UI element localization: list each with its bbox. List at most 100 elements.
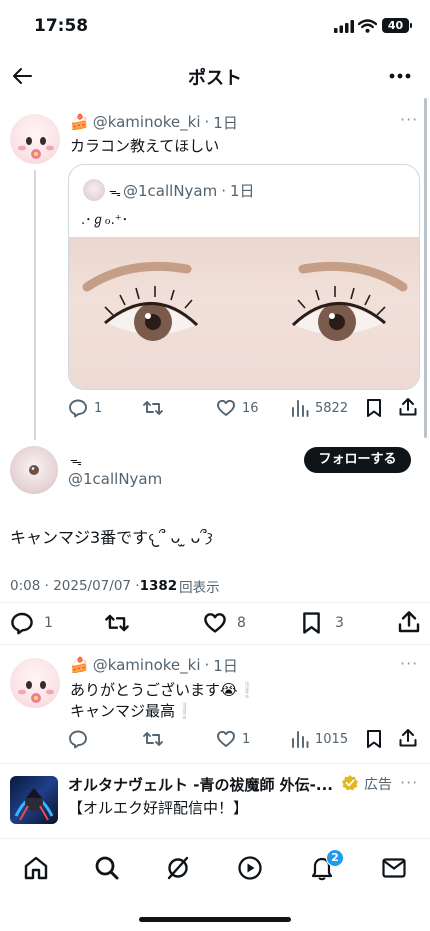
verified-icon — [342, 775, 358, 791]
reply-time[interactable]: 1日 — [213, 112, 238, 133]
battery-level: 40 — [387, 19, 404, 32]
reply2-like-button[interactable]: 1 — [216, 729, 250, 749]
reply2-reply-button[interactable] — [68, 729, 94, 749]
main-replies-count: 1 — [44, 615, 53, 631]
ad-more-icon[interactable]: ··· — [400, 773, 418, 792]
share-icon[interactable] — [398, 397, 418, 417]
status-time: 17:58 — [34, 16, 89, 36]
reply2-likes-count: 1 — [242, 731, 251, 747]
reply-tweet-header: 🍰 @kaminoke_ki · 1日 — [70, 112, 238, 133]
main-views-count: 1382 — [139, 578, 178, 594]
reply2-line2: キャンマジ最高❕ — [70, 702, 194, 720]
retweet-icon — [143, 401, 163, 415]
scrollbar[interactable] — [424, 98, 427, 438]
bookmark-icon[interactable] — [366, 729, 382, 749]
ad-text: 【オルエク好評配信中！】 — [68, 799, 249, 817]
signal-icon — [334, 20, 354, 33]
main-avatar-art — [24, 465, 44, 475]
reply-icon — [11, 612, 33, 635]
quote-avatar — [83, 179, 105, 201]
views-icon — [292, 400, 309, 417]
search-icon[interactable] — [94, 855, 120, 881]
main-date: 0:08 · 2025/07/07 · — [10, 578, 140, 594]
follow-button[interactable]: フォローする — [304, 447, 411, 473]
reply-icon — [69, 730, 87, 749]
status-bar: 17:58 40 — [0, 0, 430, 54]
main-retweet-button[interactable] — [104, 611, 136, 635]
main-likes-count: 8 — [237, 615, 246, 631]
reply-retweet-button[interactable] — [142, 398, 170, 418]
bookmark-icon[interactable] — [366, 398, 382, 418]
quote-name-glyph: ᯓ — [109, 185, 121, 199]
main-handle[interactable]: @1callNyam — [68, 470, 162, 488]
views-icon — [292, 731, 309, 748]
divider — [0, 763, 430, 764]
like-icon — [204, 613, 226, 633]
main-views-label: 回表示 — [179, 580, 220, 596]
quote-time: 1日 — [230, 182, 255, 200]
share-icon[interactable] — [397, 610, 421, 634]
avatar[interactable] — [10, 114, 60, 164]
video-icon[interactable] — [237, 855, 263, 881]
bookmark-icon — [303, 612, 320, 634]
battery-icon: 40 — [382, 18, 409, 33]
main-bookmarks-count: 3 — [335, 615, 344, 631]
divider — [0, 602, 430, 603]
reply2-handle[interactable]: @kaminoke_ki — [93, 656, 201, 674]
reply-likes-count: 16 — [242, 400, 259, 416]
quote-card[interactable]: ᯓ @1callNyam · 1日 .･ℊℴ.⁺･ — [68, 164, 420, 390]
page-title: ポスト — [188, 68, 242, 89]
mail-icon[interactable] — [381, 856, 407, 880]
main-reply-button[interactable]: 1 — [10, 611, 53, 635]
ad-label: 広告 — [364, 777, 392, 793]
header: ポスト — [0, 54, 430, 98]
more-icon[interactable] — [389, 73, 411, 79]
follow-button-label: フォローする — [318, 452, 397, 467]
quote-handle: @1callNyam — [123, 181, 218, 200]
eyes-photo-art — [82, 261, 408, 341]
reply-handle[interactable]: @kaminoke_ki — [93, 113, 201, 131]
home-indicator — [139, 917, 291, 922]
thread-line — [34, 170, 36, 440]
like-icon — [217, 399, 235, 416]
retweet-icon — [105, 614, 129, 632]
ad-title[interactable]: オルタナヴェルト -青の祓魔師 外伝-... — [68, 774, 333, 795]
main-meta: 0:08 · 2025/07/07 · 1382 回表示 — [10, 576, 220, 596]
reply2-views-count: 1015 — [315, 731, 349, 747]
quote-header: @1callNyam · 1日 — [123, 181, 255, 201]
retweet-icon — [143, 732, 163, 746]
cake-emoji-icon: 🍰 — [70, 656, 89, 674]
reply2-time[interactable]: 1日 — [213, 655, 238, 676]
reply-reply-button[interactable]: 1 — [68, 398, 102, 418]
like-icon — [217, 730, 235, 747]
reply2-views-button[interactable]: 1015 — [291, 729, 348, 749]
main-text: キャンマジ3番です𐔌՞ ᴗ ̫ ᴗ՞𐦯 — [10, 528, 213, 547]
divider — [0, 644, 430, 645]
main-like-button[interactable]: 8 — [203, 611, 246, 635]
share-icon[interactable] — [398, 728, 418, 748]
avatar-art — [18, 137, 54, 159]
reply2-avatar[interactable] — [10, 658, 60, 708]
ad-avatar-art — [14, 788, 54, 821]
reply-like-button[interactable]: 16 — [216, 398, 259, 418]
home-icon[interactable] — [23, 855, 49, 881]
quote-image[interactable] — [69, 237, 419, 389]
quote-text: .･ℊℴ.⁺･ — [81, 213, 129, 228]
reply-more-icon[interactable]: ··· — [400, 110, 418, 129]
reply2-more-icon[interactable]: ··· — [400, 654, 418, 673]
wifi-icon — [358, 19, 377, 33]
reply2-header: 🍰 @kaminoke_ki · 1日 — [70, 655, 238, 676]
reply-icon — [69, 399, 87, 418]
main-bookmark-button[interactable]: 3 — [302, 611, 344, 635]
reply-views-count: 5822 — [315, 400, 349, 416]
grok-icon[interactable] — [165, 855, 191, 881]
main-avatar[interactable] — [10, 446, 58, 494]
reply-views-button[interactable]: 5822 — [291, 398, 348, 418]
main-name-glyph: ᯓ — [70, 454, 82, 468]
reply-text: カラコン教えてほしい — [70, 137, 220, 155]
reply-replies-count: 1 — [94, 400, 103, 416]
ad-avatar[interactable] — [10, 776, 58, 824]
notification-count: 2 — [331, 851, 339, 864]
cake-emoji-icon: 🍰 — [70, 113, 89, 131]
reply2-retweet-button[interactable] — [142, 729, 170, 749]
